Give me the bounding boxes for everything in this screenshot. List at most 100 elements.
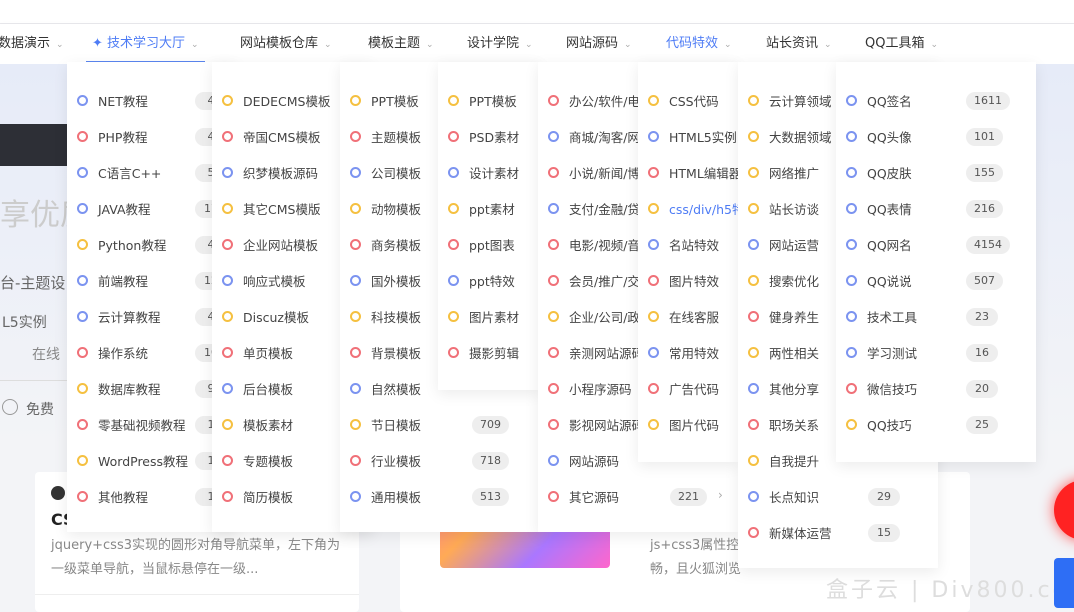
item-count-badge: 216 — [966, 200, 1003, 218]
menu-item[interactable]: QQ皮肤 155 — [836, 154, 1036, 190]
menu-item[interactable]: 新媒体运营 15 — [738, 514, 938, 550]
tag-fragment[interactable]: L5实例 — [2, 312, 47, 332]
menu-item[interactable]: 其它源码 221 › — [538, 478, 738, 514]
bullet-ring-icon — [548, 310, 559, 322]
nav-item[interactable]: 数据演示 ⌄ — [0, 24, 64, 64]
menu-item-label: 网站运营 — [769, 237, 820, 253]
menu-item[interactable]: QQ签名 1611 — [836, 82, 1036, 118]
menu-item[interactable]: QQ表情 216 — [836, 190, 1036, 226]
menu-item-label: 健身养生 — [769, 309, 820, 325]
menu-item[interactable]: 行业模板 718 — [340, 442, 540, 478]
menu-item-label: JAVA教程 — [98, 201, 151, 217]
floating-blue-button[interactable] — [1054, 558, 1074, 608]
menu-item-label: 背景模板 — [371, 345, 422, 361]
menu-item-label: 图片素材 — [469, 309, 520, 325]
menu-item-label: 其他教程 — [98, 489, 149, 505]
menu-item-label: 电影/视频/音 — [569, 237, 640, 253]
menu-item[interactable]: 图片代码 — [638, 406, 738, 442]
menu-item-label: QQ头像 — [867, 129, 912, 145]
bullet-ring-icon — [350, 310, 361, 322]
menu-item-label: 通用模板 — [371, 489, 422, 505]
menu-item[interactable]: 微信技巧 20 — [836, 370, 1036, 406]
menu-item[interactable]: 名站特效 — [638, 226, 738, 262]
menu-item-label: 主题模板 — [371, 129, 422, 145]
menu-item[interactable]: 学习测试 16 — [836, 334, 1036, 370]
menu-item-label: 站长访谈 — [769, 201, 820, 217]
nav-item[interactable]: 网站模板仓库 ⌄ — [240, 24, 332, 64]
chevron-down-icon: ⌄ — [191, 40, 199, 50]
menu-item-label: 公司模板 — [371, 165, 422, 181]
menu-item[interactable]: 设计素材 — [438, 154, 540, 190]
menu-item[interactable]: 长点知识 29 — [738, 478, 938, 514]
menu-item-label: PHP教程 — [98, 129, 148, 145]
menu-item-label: 搜索优化 — [769, 273, 820, 289]
menu-item[interactable]: QQ头像 101 — [836, 118, 1036, 154]
nav-item[interactable]: ✦ 技术学习大厅 ⌄ — [86, 24, 205, 64]
free-label: 免费 — [26, 402, 54, 418]
nav-item[interactable]: 代码特效 ⌄ — [666, 24, 732, 64]
menu-item[interactable]: PSD素材 — [438, 118, 540, 154]
chevron-right-icon[interactable]: › — [718, 488, 723, 502]
bullet-ring-icon — [77, 346, 88, 358]
bullet-ring-icon — [648, 382, 659, 394]
menu-item[interactable]: PPT模板 — [438, 82, 540, 118]
menu-item[interactable]: 常用特效 — [638, 334, 738, 370]
online-tag-fragment[interactable]: 在线 — [32, 344, 60, 364]
item-count-badge: 25 — [966, 416, 998, 434]
nav-item[interactable]: 模板主题 ⌄ — [368, 24, 434, 64]
bullet-ring-icon — [222, 310, 233, 322]
menu-item-label: 帝国CMS模板 — [243, 129, 321, 145]
menu-item[interactable]: 广告代码 — [638, 370, 738, 406]
menu-item[interactable]: QQ网名 4154 — [836, 226, 1036, 262]
menu-item[interactable]: HTML5实例 — [638, 118, 738, 154]
menu-item[interactable]: ppt图表 — [438, 226, 540, 262]
menu-item-label: css/div/h5特 — [669, 201, 745, 217]
hero-banner-image — [0, 124, 70, 166]
bullet-ring-icon — [548, 490, 559, 502]
menu-item-label: QQ表情 — [867, 201, 912, 217]
bullet-ring-icon — [222, 130, 233, 142]
nav-item[interactable]: 网站源码 ⌄ — [566, 24, 632, 64]
menu-item-label: 设计素材 — [469, 165, 520, 181]
bullet-ring-icon — [846, 202, 857, 214]
menu-item-label: PPT模板 — [469, 93, 517, 109]
menu-item-label: 国外模板 — [371, 273, 422, 289]
menu-item[interactable]: 摄影剪辑 — [438, 334, 540, 370]
menu-item-label: 大数据领域 — [769, 129, 832, 145]
bullet-ring-icon — [77, 94, 88, 106]
menu-item[interactable]: QQ技巧 25 — [836, 406, 1036, 442]
menu-item[interactable]: 在线客服 — [638, 298, 738, 334]
nav-item[interactable]: QQ工具箱 ⌄ — [865, 24, 938, 64]
menu-item[interactable]: HTML编辑器 — [638, 154, 742, 190]
menu-item-label: 其他分享 — [769, 381, 820, 397]
free-radio[interactable] — [2, 399, 18, 415]
menu-item[interactable]: 通用模板 513 — [340, 478, 540, 514]
menu-item[interactable]: 节日模板 709 — [340, 406, 540, 442]
dropdown-panel: CSS代码 HTML5实例 HTML编辑器 css/div/h5特名站特效 图片特效 在线… — [638, 62, 745, 462]
menu-item-label: NET教程 — [98, 93, 148, 109]
menu-item-label: 职场关系 — [769, 417, 820, 433]
menu-item-label: 云计算教程 — [98, 309, 161, 325]
menu-item[interactable]: CSS代码 — [638, 82, 738, 118]
bullet-ring-icon — [222, 238, 233, 250]
bullet-ring-icon — [846, 310, 857, 322]
menu-item-label: 小程序源码 — [569, 381, 632, 397]
item-count-badge: 23 — [966, 308, 998, 326]
nav-item[interactable]: 站长资讯 ⌄ — [766, 24, 832, 64]
menu-item[interactable]: 图片特效 — [638, 262, 738, 298]
menu-item[interactable]: 技术工具 23 — [836, 298, 1036, 334]
menu-item-label: HTML编辑器 — [669, 165, 742, 181]
item-count-badge: 221 — [670, 488, 707, 506]
chevron-down-icon: ⌄ — [426, 40, 434, 50]
menu-item[interactable]: ppt素材 — [438, 190, 540, 226]
nav-item[interactable]: 设计学院 ⌄ — [467, 24, 533, 64]
menu-item[interactable]: css/div/h5特 — [638, 190, 745, 226]
menu-item-label: C语言C++ — [98, 165, 162, 181]
floating-red-button[interactable] — [1054, 480, 1074, 540]
menu-item[interactable]: 图片素材 — [438, 298, 540, 334]
item-count-badge: 507 — [966, 272, 1003, 290]
menu-item[interactable]: ppt特效 — [438, 262, 540, 298]
menu-item-label: 专题模板 — [243, 453, 294, 469]
bullet-ring-icon — [748, 166, 759, 178]
menu-item[interactable]: QQ说说 507 — [836, 262, 1036, 298]
